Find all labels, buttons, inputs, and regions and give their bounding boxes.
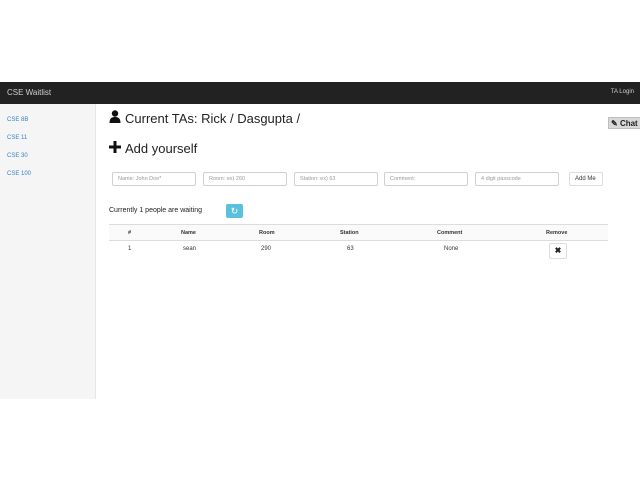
add-yourself-heading: Add yourself bbox=[109, 141, 197, 156]
station-input[interactable] bbox=[294, 172, 378, 186]
brand-link[interactable]: CSE Waitlist bbox=[7, 88, 51, 97]
close-icon: ✖ bbox=[554, 246, 562, 255]
add-yourself-label: Add yourself bbox=[125, 141, 198, 156]
refresh-button[interactable]: ↻ bbox=[226, 204, 243, 218]
table-header: # Name Room Station Comment Remove bbox=[109, 224, 608, 241]
chat-label: Chat bbox=[619, 119, 638, 128]
column-header-comment: Comment bbox=[437, 230, 463, 236]
cell-station: 63 bbox=[347, 246, 354, 252]
queue-table: # Name Room Station Comment Remove 1 sea… bbox=[109, 224, 608, 265]
chat-button[interactable]: ✎ Chat bbox=[608, 117, 640, 129]
comment-input[interactable] bbox=[384, 172, 468, 186]
current-tas-heading: Current TAs: Rick / Dasgupta / bbox=[109, 110, 300, 126]
room-input[interactable] bbox=[203, 172, 287, 186]
refresh-icon: ↻ bbox=[230, 206, 239, 216]
sidebar-item-cse-8b[interactable]: CSE 8B bbox=[7, 117, 28, 123]
passcode-input[interactable] bbox=[475, 172, 559, 186]
waiting-count-text: Currently 1 people are waiting bbox=[109, 207, 202, 214]
sidebar-item-cse-30[interactable]: CSE 30 bbox=[7, 153, 28, 159]
column-header-remove: Remove bbox=[546, 230, 568, 236]
name-input[interactable] bbox=[112, 172, 196, 186]
column-header-room: Room bbox=[259, 230, 275, 236]
pencil-icon: ✎ bbox=[611, 119, 618, 128]
add-me-button[interactable]: Add Me bbox=[569, 172, 603, 186]
sidebar: CSE 8B CSE 11 CSE 30 CSE 100 bbox=[0, 104, 96, 399]
cell-name: sean bbox=[183, 246, 197, 252]
cell-comment: None bbox=[444, 246, 459, 252]
cell-num: 1 bbox=[128, 246, 132, 252]
plus-icon bbox=[109, 141, 121, 156]
table-row: 1 sean 290 63 None ✖ bbox=[109, 241, 608, 265]
ta-login-link[interactable]: TA Login bbox=[611, 89, 634, 95]
column-header-station: Station bbox=[340, 230, 359, 236]
sidebar-item-cse-11[interactable]: CSE 11 bbox=[7, 135, 27, 141]
user-icon bbox=[109, 110, 121, 126]
remove-button[interactable]: ✖ bbox=[549, 243, 567, 259]
cell-room: 290 bbox=[261, 246, 272, 252]
navbar: CSE Waitlist TA Login bbox=[0, 82, 640, 104]
column-header-name: Name bbox=[181, 230, 196, 236]
current-tas-label: Current TAs: Rick / Dasgupta / bbox=[125, 110, 301, 126]
sidebar-item-cse-100[interactable]: CSE 100 bbox=[7, 171, 31, 177]
column-header-num: # bbox=[128, 230, 132, 236]
